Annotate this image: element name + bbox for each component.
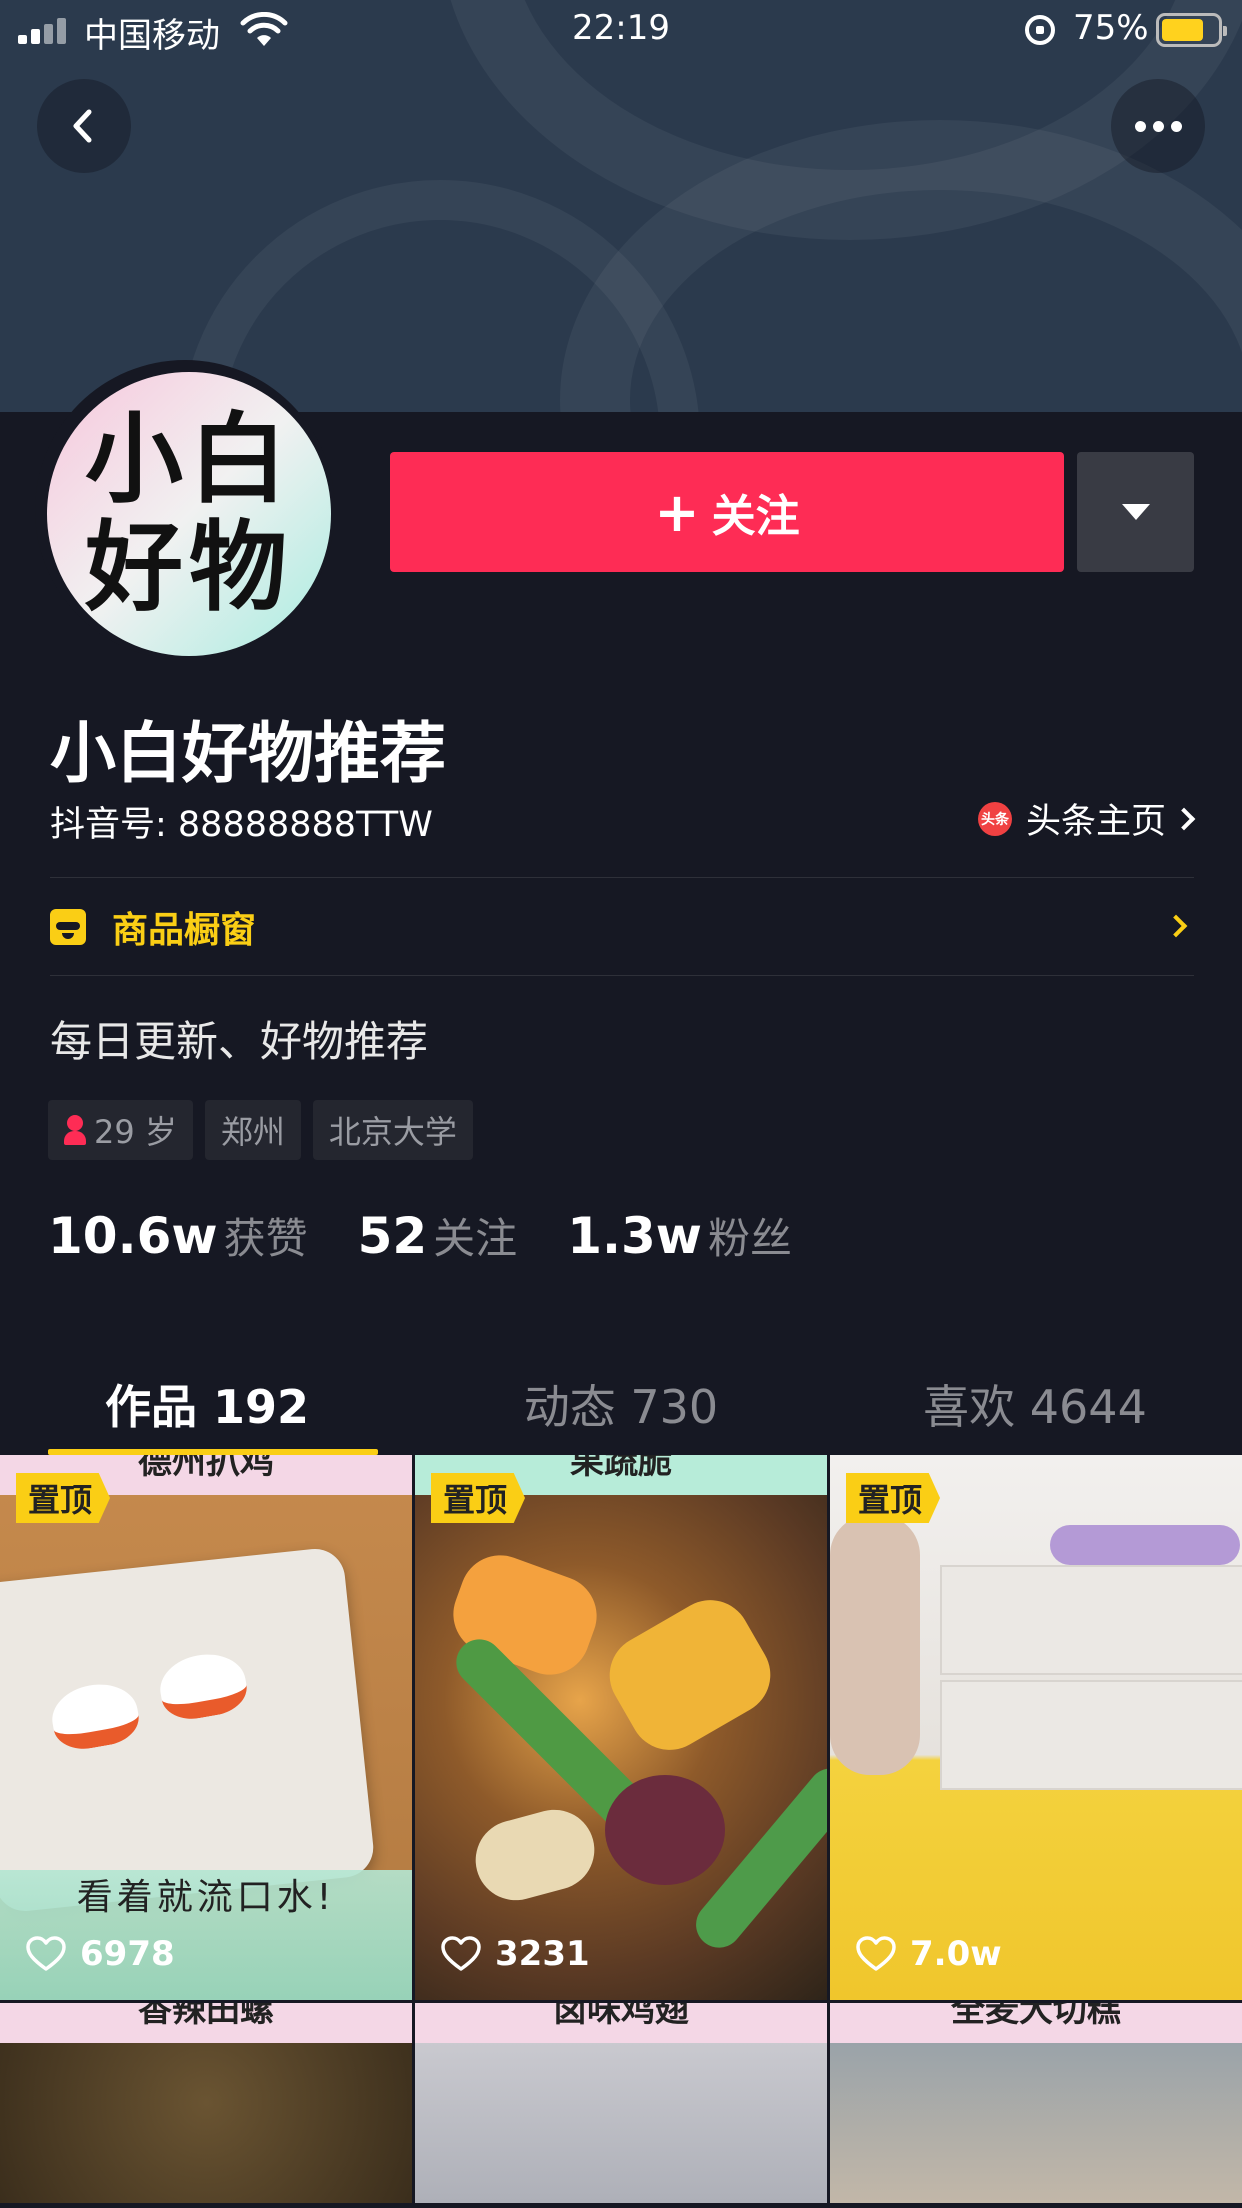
tab-label: 喜欢 4644 <box>923 1380 1147 1434</box>
followers-stat[interactable]: 1.3w 粉丝 <box>567 1205 792 1266</box>
stat-label: 获赞 <box>223 1214 308 1263</box>
product-showcase-link[interactable]: 商品橱窗 <box>50 878 1194 976</box>
video-image <box>830 1515 920 1775</box>
profile-tags: 29 岁 郑州 北京大学 <box>48 1100 473 1160</box>
caret-down-icon <box>1121 504 1150 520</box>
stat-value: 10.6w <box>48 1207 218 1265</box>
follow-label: 关注 <box>711 491 800 542</box>
rotation-lock-icon <box>1025 15 1055 45</box>
age-tag: 29 岁 <box>48 1100 193 1160</box>
product-showcase-label: 商品橱窗 <box>112 910 257 951</box>
stat-label: 关注 <box>433 1214 518 1263</box>
status-bar: 中国移动 22:19 75% <box>0 0 1242 60</box>
profile-nickname: 小白好物推荐 <box>50 715 446 792</box>
pinned-badge: 置顶 <box>431 1473 526 1523</box>
douyin-id: 抖音号: 88888888TTW <box>50 805 433 845</box>
video-likes: 6978 <box>26 1934 175 1974</box>
female-icon <box>64 1115 86 1145</box>
back-button[interactable] <box>37 79 131 173</box>
video-thumbnail[interactable]: 香辣田螺 <box>0 2003 412 2203</box>
video-image <box>940 1565 1242 1675</box>
video-grid: 德州扒鸡 看着就流口水! 置顶 6978 果蔬脆 置顶 3231 置顶 7.0w… <box>0 1455 1242 2203</box>
video-likes: 3231 <box>441 1934 590 1974</box>
video-likes: 7.0w <box>856 1934 1002 1974</box>
video-image <box>940 1680 1242 1790</box>
toutiao-link-label: 头条主页 <box>1025 802 1166 842</box>
tab-likes[interactable]: 喜欢 4644 <box>828 1345 1242 1455</box>
video-overlay-text: 看着就流口水! <box>76 1877 336 1918</box>
toutiao-homepage-link[interactable]: 头条 头条主页 <box>977 793 1196 844</box>
following-stat[interactable]: 52 关注 <box>358 1205 518 1266</box>
clock: 22:19 <box>572 8 670 48</box>
avatar[interactable]: 小白 好物 <box>47 372 331 656</box>
toutiao-logo-icon: 头条 <box>977 801 1012 836</box>
video-thumbnail[interactable]: 置顶 7.0w <box>830 1455 1242 2000</box>
avatar-text-line2: 好物 <box>84 510 293 625</box>
video-thumbnail[interactable]: 德州扒鸡 看着就流口水! 置顶 6978 <box>0 1455 412 2000</box>
video-thumbnail[interactable]: 果蔬脆 置顶 3231 <box>415 1455 827 2000</box>
plus-icon: + <box>654 480 700 544</box>
video-top-caption: 全麦大切糕 <box>830 2003 1242 2043</box>
video-thumbnail[interactable]: 卤味鸡翅 <box>415 2003 827 2203</box>
video-image <box>1050 1525 1240 1565</box>
video-likes-count: 7.0w <box>910 1934 1002 1974</box>
heart-icon <box>26 1936 66 1971</box>
tab-label: 动态 730 <box>523 1380 719 1434</box>
heart-icon <box>441 1936 481 1971</box>
video-image <box>466 1800 604 1910</box>
tab-works[interactable]: 作品 192 <box>0 1345 414 1455</box>
age-label: 29 岁 <box>94 1113 177 1151</box>
avatar-text-line1: 小白 <box>84 402 293 517</box>
battery-icon <box>1156 13 1227 47</box>
tab-activity[interactable]: 动态 730 <box>414 1345 828 1455</box>
profile-stats: 10.6w 获赞 52 关注 1.3w 粉丝 <box>48 1205 792 1266</box>
stat-label: 粉丝 <box>707 1214 792 1263</box>
pinned-badge: 置顶 <box>846 1473 941 1523</box>
profile-banner <box>0 0 1242 412</box>
video-likes-count: 3231 <box>495 1934 590 1974</box>
tab-label: 作品 192 <box>104 1380 310 1434</box>
more-options-button[interactable] <box>1111 79 1205 173</box>
video-likes-count: 6978 <box>80 1934 175 1974</box>
likes-stat: 10.6w 获赞 <box>48 1205 308 1266</box>
video-image <box>605 1775 725 1885</box>
battery-percent: 75% <box>1073 8 1149 48</box>
chevron-right-icon <box>1164 914 1188 938</box>
city-tag: 郑州 <box>204 1100 301 1160</box>
follow-button[interactable]: + 关注 <box>390 452 1064 572</box>
video-image <box>595 1585 785 1765</box>
profile-bio: 每日更新、好物推荐 <box>50 1017 429 1066</box>
school-tag: 北京大学 <box>312 1100 473 1160</box>
shop-icon <box>50 909 86 945</box>
pinned-badge: 置顶 <box>16 1473 111 1523</box>
heart-icon <box>856 1936 896 1971</box>
chevron-right-icon <box>1172 807 1196 830</box>
video-top-caption: 卤味鸡翅 <box>415 2003 827 2043</box>
stat-value: 1.3w <box>567 1207 702 1265</box>
recommend-dropdown-button[interactable] <box>1077 452 1194 572</box>
stat-value: 52 <box>357 1207 428 1265</box>
more-dots-icon <box>1134 120 1182 132</box>
banner-decoration <box>180 180 700 412</box>
divider <box>50 975 1194 976</box>
chevron-left-icon <box>73 109 92 143</box>
video-top-caption: 香辣田螺 <box>0 2003 412 2043</box>
video-thumbnail[interactable]: 全麦大切糕 <box>830 2003 1242 2203</box>
profile-tabs: 作品 192 动态 730 喜欢 4644 <box>0 1345 1242 1455</box>
